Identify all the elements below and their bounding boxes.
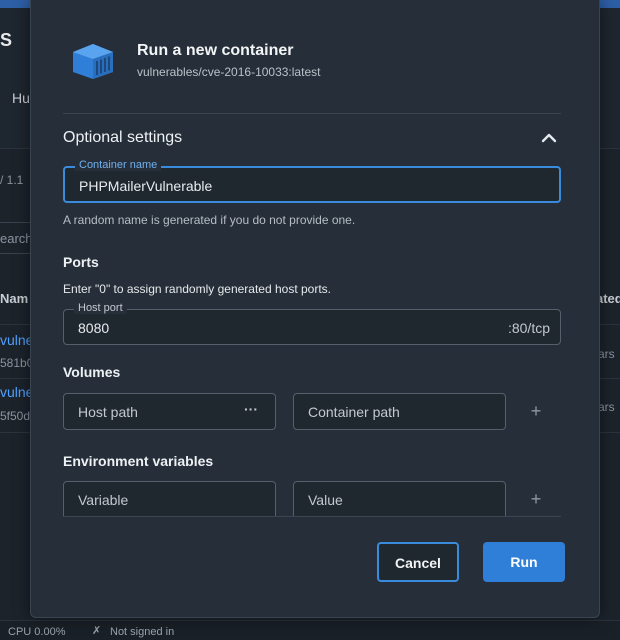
app-search-placeholder: earch	[0, 231, 33, 246]
container-cube-icon	[73, 44, 113, 79]
env-var-row: Variable Value +	[63, 481, 561, 517]
signin-status[interactable]: Not signed in	[110, 626, 174, 638]
container-path-input[interactable]: Container path	[293, 393, 506, 430]
image-name: vulnerables/cve-2016-10033:latest	[137, 65, 321, 79]
table-row-2-id: 5f50d	[0, 409, 31, 423]
table-row-1-id: 581b0	[0, 356, 34, 370]
signin-icon: ✗	[92, 625, 102, 637]
add-env-var-button[interactable]: +	[528, 490, 544, 508]
host-path-input[interactable]: Host path ···	[63, 393, 276, 430]
table-row-2-name[interactable]: vulne	[0, 384, 33, 400]
value-placeholder: Value	[308, 492, 343, 508]
table-row-1-name[interactable]: vulne	[0, 332, 33, 348]
container-name-field[interactable]: Container name PHPMailerVulnerable	[63, 159, 561, 203]
table-row-2-created: ars	[598, 400, 615, 414]
variable-placeholder: Variable	[78, 492, 129, 508]
ports-note: Enter "0" to assign randomly generated h…	[63, 282, 332, 296]
container-path-placeholder: Container path	[308, 404, 400, 420]
status-bar: CPU 0.00% ✗ Not signed in	[0, 620, 620, 640]
ports-title: Ports	[63, 254, 99, 270]
scroll-edge	[63, 516, 561, 517]
app-header-letter: S	[0, 30, 13, 50]
container-name-value: PHPMailerVulnerable	[79, 178, 213, 194]
app-version-text: / 1.1	[0, 173, 24, 187]
run-button[interactable]: Run	[483, 542, 565, 582]
optional-settings-title[interactable]: Optional settings	[63, 129, 182, 147]
cpu-status: CPU 0.00%	[8, 626, 66, 638]
run-container-dialog: Run a new container vulnerables/cve-2016…	[30, 0, 600, 618]
env-vars-title: Environment variables	[63, 453, 214, 469]
add-volume-button[interactable]: +	[528, 402, 544, 420]
table-row-1-created: ars	[598, 347, 615, 361]
divider	[63, 113, 561, 114]
host-path-placeholder: Host path	[78, 404, 138, 420]
browse-button[interactable]: ···	[244, 401, 258, 417]
host-port-field[interactable]: Host port 8080 :80/tcp	[63, 302, 561, 345]
dialog-title: Run a new container	[137, 42, 294, 59]
container-name-legend: Container name	[75, 159, 162, 171]
value-input[interactable]: Value	[293, 481, 506, 517]
chevron-up-icon[interactable]	[538, 128, 560, 148]
volumes-title: Volumes	[63, 364, 121, 380]
variable-input[interactable]: Variable	[63, 481, 276, 517]
host-port-legend: Host port	[74, 302, 127, 314]
container-name-helper: A random name is generated if you do not…	[63, 213, 356, 227]
host-port-value: 8080	[78, 320, 110, 336]
cancel-button[interactable]: Cancel	[377, 542, 459, 582]
app-tab-label[interactable]: Hu	[12, 90, 30, 106]
container-port-suffix: :80/tcp	[507, 320, 550, 336]
app-column-name: Nam	[0, 291, 29, 306]
